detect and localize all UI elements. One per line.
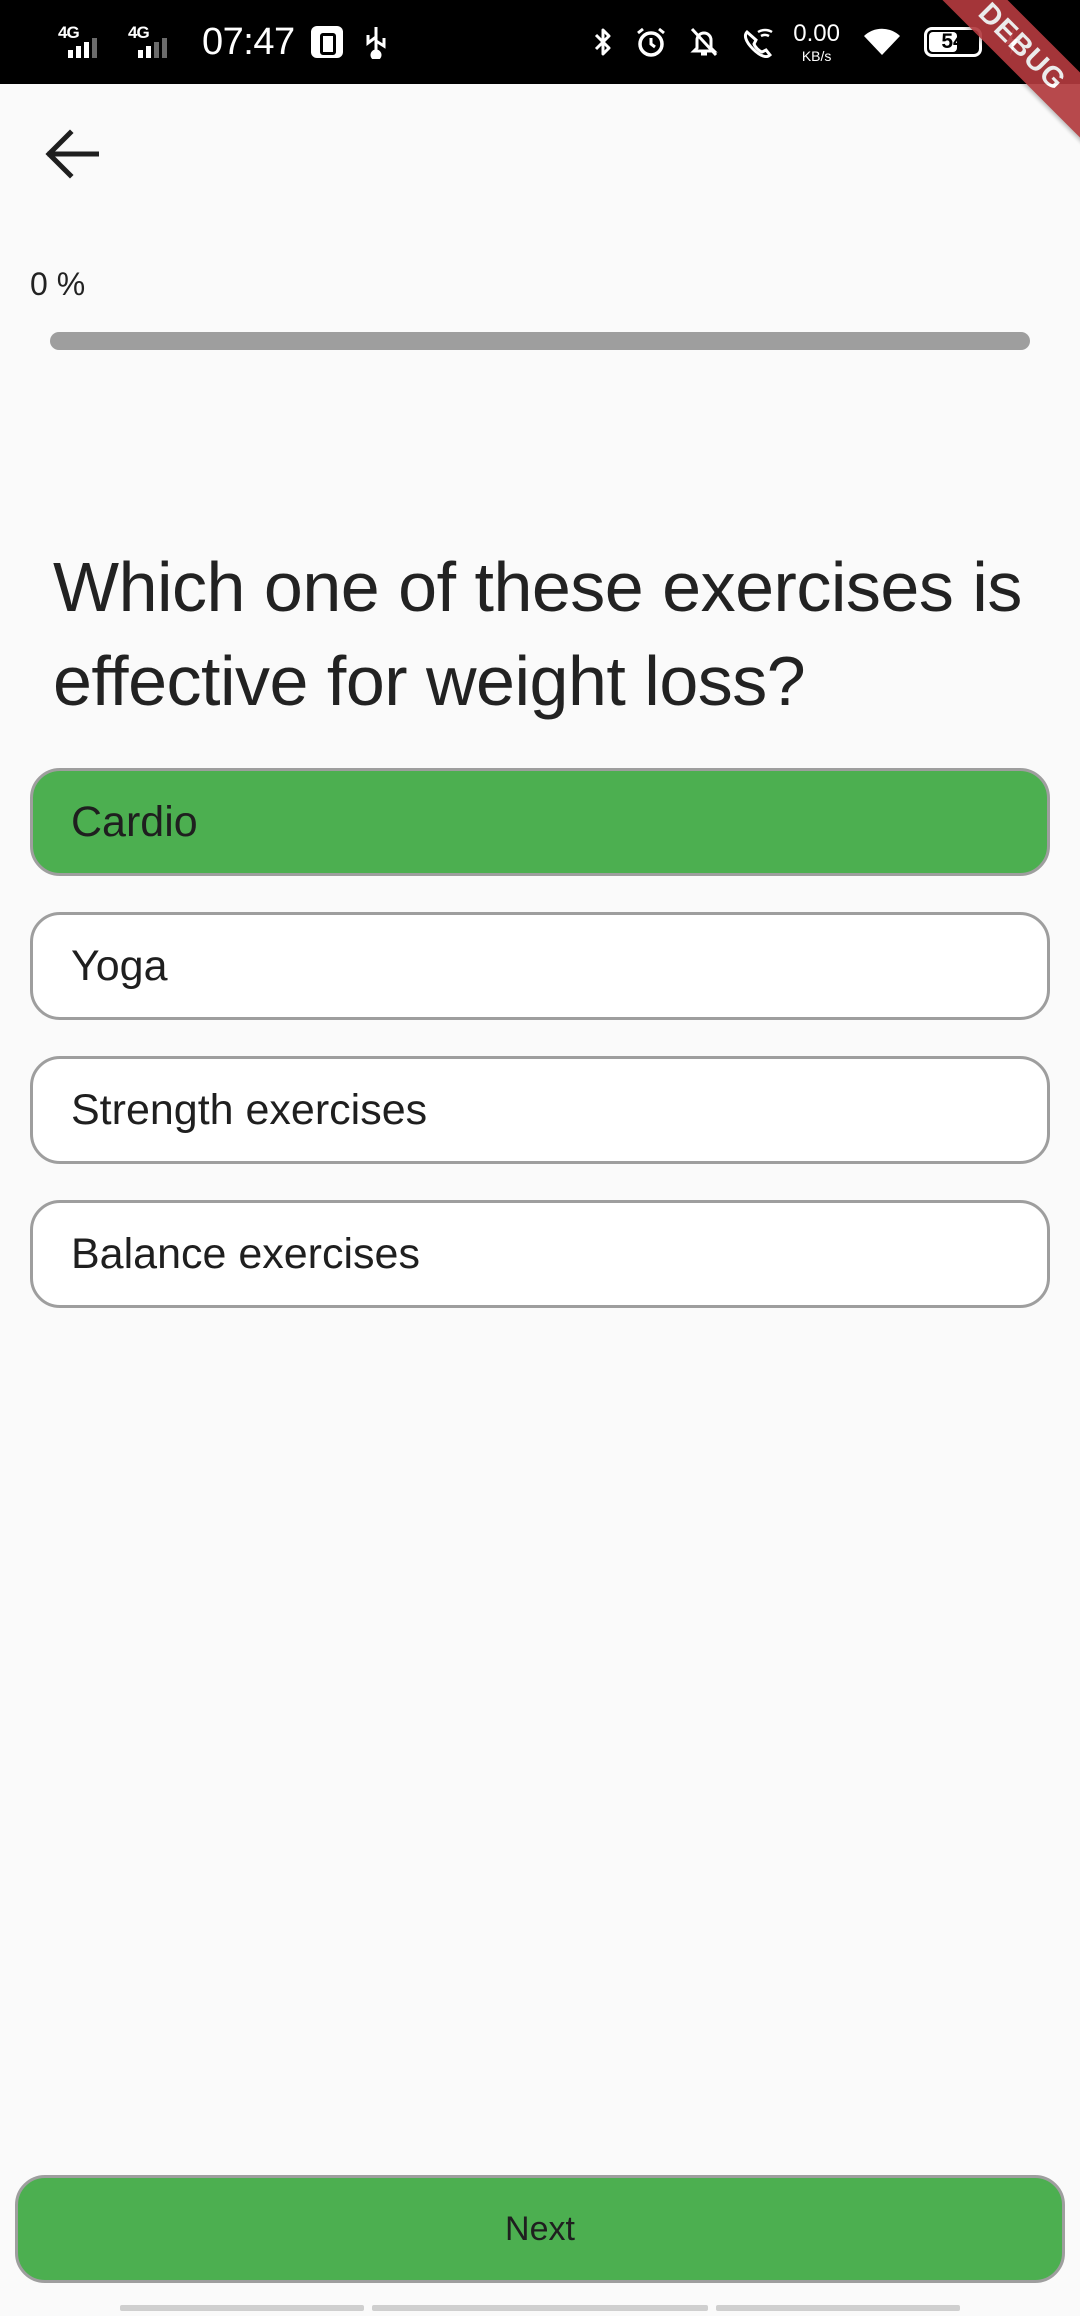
answer-option-balance-exercises[interactable]: Balance exercises: [30, 1200, 1050, 1308]
answer-option-label: Yoga: [71, 941, 168, 990]
question-text: Which one of these exercises is effectiv…: [53, 548, 1022, 720]
arrow-back-icon: [45, 129, 99, 179]
next-button[interactable]: Next: [15, 2175, 1065, 2283]
sim2-signal-icon: 4G: [128, 22, 184, 62]
bluetooth-icon: [595, 28, 611, 56]
answer-option-label: Cardio: [71, 797, 198, 846]
do-not-disturb-icon: [690, 27, 718, 57]
network-speed: 0.00 KB/s: [793, 19, 840, 64]
answer-options: Cardio Yoga Strength exercises Balance e…: [30, 768, 1050, 1344]
gesture-bar: [0, 2305, 1080, 2313]
notification-app-icon: [310, 26, 343, 58]
answer-option-label: Strength exercises: [71, 1085, 428, 1134]
network-speed-value: 0.00: [793, 19, 840, 47]
network-speed-unit: KB/s: [801, 47, 832, 64]
alarm-icon: [637, 27, 666, 57]
usb-icon: [366, 27, 386, 59]
next-button-label: Next: [505, 2209, 575, 2248]
progress-percent-label: 0 %: [30, 266, 86, 302]
status-bar: 4G 4G 07:47 0.00 KB/s 54: [0, 0, 1080, 84]
answer-option-cardio[interactable]: Cardio: [30, 768, 1050, 876]
progress-bar: [50, 332, 1030, 350]
answer-option-strength-exercises[interactable]: Strength exercises: [30, 1056, 1050, 1164]
answer-option-yoga[interactable]: Yoga: [30, 912, 1050, 1020]
answer-option-label: Balance exercises: [71, 1229, 420, 1278]
battery-level: 54: [941, 30, 965, 53]
sim1-signal-icon: 4G: [58, 22, 114, 62]
wifi-icon: [864, 28, 900, 55]
back-button[interactable]: [36, 118, 108, 190]
status-time: 07:47: [202, 20, 295, 63]
wifi-calling-icon: [744, 28, 773, 58]
